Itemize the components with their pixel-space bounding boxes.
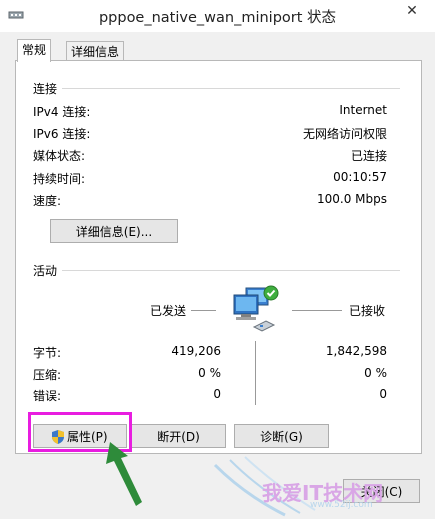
activity-section-title: 活动	[33, 264, 58, 278]
compression-received-value: 0 %	[364, 366, 387, 380]
received-connector-line	[292, 310, 342, 311]
compression-sent-value: 0 %	[198, 366, 221, 380]
bytes-received-value: 1,842,598	[325, 344, 387, 358]
network-status-dialog: pppoe_native_wan_miniport 状态 ✕ 常规 详细信息 连…	[0, 0, 435, 519]
compression-label: 压缩:	[33, 368, 62, 382]
errors-label: 错误:	[33, 389, 62, 403]
ipv4-label: IPv4 连接:	[33, 105, 91, 119]
speed-value: 100.0 Mbps	[316, 192, 387, 206]
received-label: 已接收	[349, 304, 386, 318]
activity-divider	[62, 270, 400, 271]
bytes-label: 字节:	[33, 346, 62, 360]
title-bar: pppoe_native_wan_miniport 状态 ✕	[0, 0, 435, 32]
errors-sent-value: 0	[213, 387, 221, 401]
pointer-arrow-icon	[106, 442, 142, 506]
sent-connector-line	[191, 310, 216, 311]
connection-section-title: 连接	[33, 82, 58, 96]
media-state-label: 媒体状态:	[33, 149, 86, 163]
duration-label: 持续时间:	[33, 172, 86, 186]
details-button[interactable]: 详细信息(E)...	[50, 219, 178, 243]
tab-general[interactable]: 常规	[17, 39, 52, 62]
ipv6-label: IPv6 连接:	[33, 127, 91, 141]
diagnose-button[interactable]: 诊断(G)	[234, 424, 329, 448]
duration-value: 00:10:57	[333, 170, 387, 184]
connection-divider	[62, 88, 400, 89]
watermark-url: www.52ij.com	[310, 500, 373, 510]
errors-received-value: 0	[379, 387, 387, 401]
tab-details[interactable]: 详细信息	[66, 41, 125, 62]
bytes-sent-value: 419,206	[171, 344, 221, 358]
ipv4-value: Internet	[339, 103, 387, 117]
window-title: pppoe_native_wan_miniport 状态	[98, 10, 337, 26]
activity-center-divider	[255, 341, 256, 405]
ipv6-value: 无网络访问权限	[302, 127, 387, 141]
network-computers-icon	[233, 285, 279, 332]
speed-label: 速度:	[33, 194, 62, 208]
media-state-value: 已连接	[350, 149, 387, 163]
title-close-button[interactable]: ✕	[397, 0, 427, 22]
sent-label: 已发送	[150, 304, 187, 318]
